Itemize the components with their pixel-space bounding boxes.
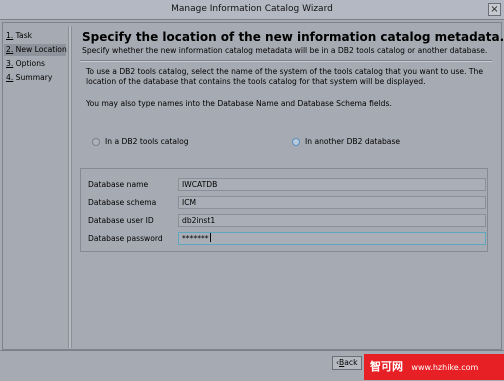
database-user-id-input[interactable]: db2inst1 (178, 214, 486, 227)
window-title: Manage Information Catalog Wizard (171, 4, 333, 14)
watermark-site-name: 智可网 (370, 360, 403, 373)
close-icon[interactable]: × (488, 3, 501, 16)
database-name-input[interactable]: IWCATDB (178, 178, 486, 191)
database-name-label: Database name (88, 180, 149, 189)
radio-button-icon[interactable] (292, 137, 300, 146)
database-schema-label: Database schema (88, 198, 157, 207)
step-number: 3. (6, 59, 14, 68)
instruction-text-3: You may also type names into the Databas… (86, 99, 392, 108)
instruction-text-2: location of the database that contains t… (86, 77, 426, 86)
step-label: Options (15, 59, 45, 68)
database-password-input[interactable]: ******* (178, 232, 486, 245)
step-new-location[interactable]: 2. New Location (4, 44, 67, 56)
back-label: ack (344, 358, 358, 367)
page-title: Specify the location of the new informat… (82, 30, 504, 44)
step-number: 4. (6, 73, 14, 82)
database-schema-input[interactable]: ICM (178, 196, 486, 209)
wizard-steps: 1. Task 2. New Location 3. Options 4. Su… (4, 30, 67, 346)
watermark-url: www.hzhike.com (411, 363, 479, 372)
step-label: New Location (15, 45, 67, 54)
page-subtitle: Specify whether the new information cata… (82, 46, 488, 55)
title-bar: Manage Information Catalog Wizard × (0, 0, 504, 20)
radio-label: In a DB2 tools catalog (105, 137, 189, 146)
database-user-id-label: Database user ID (88, 216, 154, 225)
instruction-text-1: To use a DB2 tools catalog, select the n… (86, 67, 484, 76)
step-task[interactable]: 1. Task (4, 30, 66, 42)
step-number: 2. (6, 45, 14, 54)
step-number: 1. (6, 31, 14, 40)
database-password-label: Database password (88, 234, 163, 243)
header-divider (80, 60, 492, 62)
password-value: ******* (182, 234, 209, 243)
step-summary[interactable]: 4. Summary (4, 72, 66, 84)
step-options[interactable]: 3. Options (4, 58, 66, 70)
text-caret (209, 233, 211, 242)
watermark: 智可网 www.hzhike.com (364, 354, 504, 380)
page-header: Specify the location of the new informat… (82, 30, 504, 55)
radio-another-database[interactable]: In another DB2 database (292, 137, 400, 146)
radio-label: In another DB2 database (305, 137, 401, 146)
step-label: Task (15, 31, 33, 40)
pane-splitter[interactable] (68, 26, 72, 348)
radio-tools-catalog[interactable]: In a DB2 tools catalog (92, 137, 189, 146)
step-label: Summary (15, 73, 53, 82)
back-button[interactable]: ‹Back (332, 356, 362, 370)
radio-button-icon[interactable] (92, 137, 100, 146)
